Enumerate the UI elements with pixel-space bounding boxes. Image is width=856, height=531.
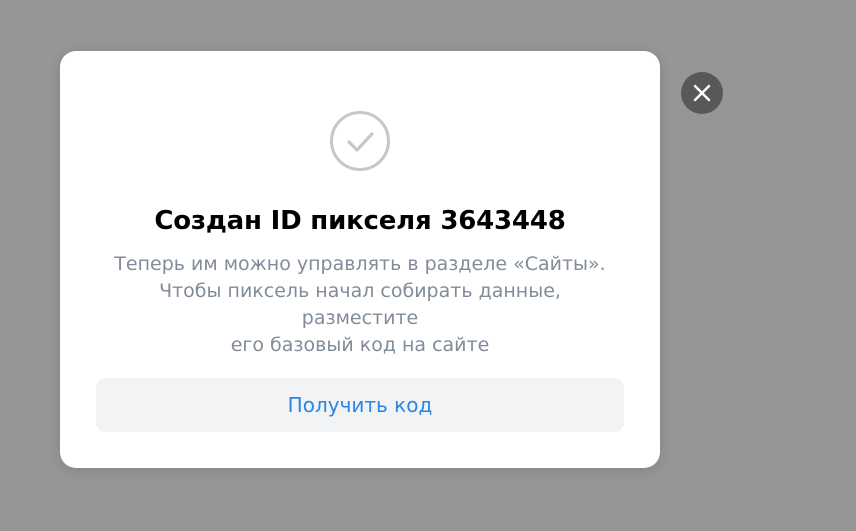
get-code-button[interactable]: Получить код: [96, 378, 624, 432]
description-line: Чтобы пиксель начал собирать данные, раз…: [159, 280, 561, 329]
description-line: Теперь им можно управлять в разделе «Сай…: [114, 253, 606, 275]
dialog-description: Теперь им можно управлять в разделе «Сай…: [100, 251, 620, 359]
description-line: его базовый код на сайте: [230, 334, 490, 356]
close-icon: [693, 84, 711, 102]
close-button[interactable]: [681, 72, 723, 114]
pixel-created-dialog: Создан ID пикселя 3643448 Теперь им можн…: [60, 51, 660, 468]
check-circle-icon: [329, 110, 391, 172]
dialog-title: Создан ID пикселя 3643448: [154, 206, 566, 236]
